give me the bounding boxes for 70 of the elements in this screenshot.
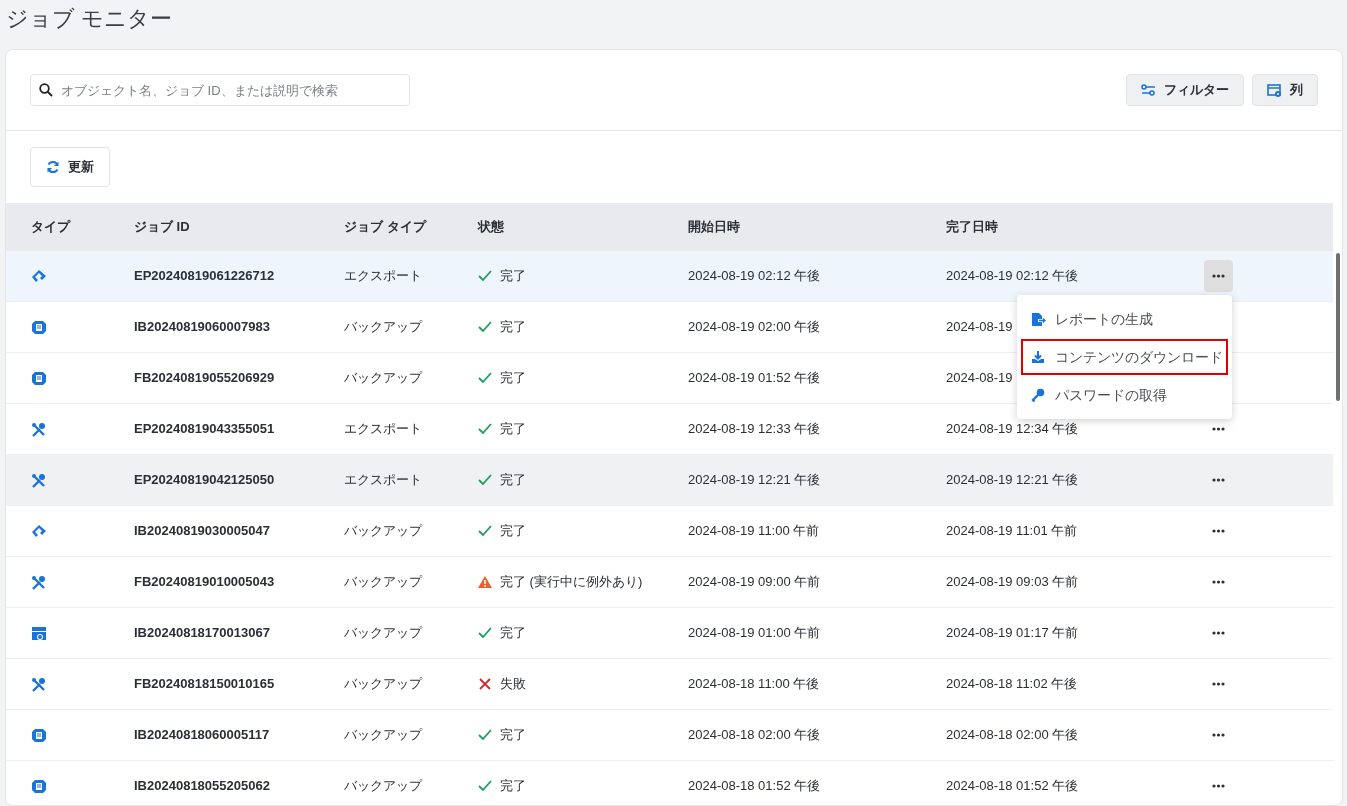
refresh-button[interactable]: 更新 xyxy=(30,147,110,187)
status-text: 完了 (実行中に例外あり) xyxy=(500,573,643,592)
filter-button[interactable]: フィルター xyxy=(1126,74,1244,106)
table-cell: 2024-08-19 11:01 午前 xyxy=(946,523,1078,539)
table-cell: 2024-08-18 11:02 午後 xyxy=(946,676,1078,692)
table-cell: 2024-08-19 11:00 午前 xyxy=(688,523,820,539)
columns-button[interactable]: 列 xyxy=(1252,74,1318,106)
table-cell: バックアップ xyxy=(344,727,422,743)
table-cell: バックアップ xyxy=(344,778,422,794)
table-cell: バックアップ xyxy=(344,370,422,386)
menu-item[interactable]: コンテンツのダウンロード xyxy=(1021,339,1228,375)
table-cell: EP20240819061226712 xyxy=(134,268,275,284)
table-cell: 2024-08-19 09:03 午前 xyxy=(946,574,1079,590)
table-cell: 2024-08-19 01:00 午前 xyxy=(688,625,821,641)
status-text: 完了 xyxy=(500,318,526,337)
table-cell: 2024-08-19 12:21 午後 xyxy=(946,472,1079,488)
table-cell: 2024-08-19 12:33 午後 xyxy=(688,421,821,437)
table-cell: IB20240818055205062 xyxy=(134,778,270,794)
table-cell: 2024-08-19 02:12 午後 xyxy=(946,268,1079,284)
table-cell: 2024-08-18 01:52 午後 xyxy=(688,778,821,794)
table-cell: バックアップ xyxy=(344,574,422,590)
column-header[interactable]: 状態 xyxy=(478,219,504,235)
status-text: 完了 xyxy=(500,522,526,541)
table-cell: 2024-08-18 11:00 午後 xyxy=(688,676,820,692)
status-text: 完了 xyxy=(500,369,526,388)
page-title: ジョブ モニター xyxy=(6,5,173,33)
menu-item[interactable]: レポートの生成 xyxy=(1021,301,1228,337)
table-row[interactable]: EP20240819061226712 エクスポート 完了 2024-08-19 02:12 午後 2024-08-19 02:12 午後 xyxy=(6,251,1333,302)
status-text: 完了 xyxy=(500,267,526,286)
column-header[interactable]: タイプ xyxy=(31,219,70,235)
table-cell: 2024-08-19 12:21 午後 xyxy=(688,472,821,488)
table-cell: 2024-08-19 xyxy=(946,319,1013,335)
table-row[interactable]: EP20240819042125050 エクスポート 完了 2024-08-19 12:21 午後 2024-08-19 12:21 午後 xyxy=(6,455,1333,506)
table-cell: バックアップ xyxy=(344,523,422,539)
table-cell: 2024-08-19 02:12 午後 xyxy=(688,268,821,284)
table-cell: IB20240819060007983 xyxy=(134,319,270,335)
table-cell: バックアップ xyxy=(344,319,422,335)
table-cell: バックアップ xyxy=(344,676,422,692)
table-cell: 2024-08-18 01:52 午後 xyxy=(946,778,1079,794)
table-cell: 2024-08-18 02:00 午後 xyxy=(688,727,821,743)
column-header[interactable]: ジョブ ID xyxy=(134,219,190,235)
table-cell: エクスポート xyxy=(344,268,422,284)
table-cell: IB20240818060005117 xyxy=(134,727,270,743)
table-cell: EP20240819042125050 xyxy=(134,472,275,488)
status-text: 完了 xyxy=(500,624,526,643)
table-cell: EP20240819043355051 xyxy=(134,421,275,437)
table-cell: 2024-08-19 xyxy=(946,370,1013,386)
table-cell: IB20240818170013067 xyxy=(134,625,270,641)
table-cell: 2024-08-19 01:52 午後 xyxy=(688,370,821,386)
table-cell: 2024-08-19 12:34 午後 xyxy=(946,421,1079,437)
column-header[interactable]: ジョブ タイプ xyxy=(344,219,426,235)
table-cell: FB20240819055206929 xyxy=(134,370,275,386)
table-cell: FB20240818150010165 xyxy=(134,676,275,692)
search-field[interactable]: オブジェクト名、ジョブ ID、または説明で検索 xyxy=(30,74,410,106)
status-text: 失敗 xyxy=(500,675,526,694)
table-cell: 2024-08-19 01:17 午前 xyxy=(946,625,1079,641)
table-cell: 2024-08-19 02:00 午後 xyxy=(688,319,821,335)
status-text: 完了 xyxy=(500,471,526,490)
status-text: 完了 xyxy=(500,777,526,796)
status-text: 完了 xyxy=(500,420,526,439)
table-cell: エクスポート xyxy=(344,472,422,488)
table-cell: IB20240819030005047 xyxy=(134,523,270,539)
table-cell: エクスポート xyxy=(344,421,422,437)
column-header[interactable]: 開始日時 xyxy=(688,219,740,235)
column-header[interactable]: 完了日時 xyxy=(946,219,998,235)
status-text: 完了 xyxy=(500,726,526,745)
table-cell: 2024-08-19 09:00 午前 xyxy=(688,574,821,590)
table-cell: 2024-08-18 02:00 午後 xyxy=(946,727,1079,743)
table-cell: バックアップ xyxy=(344,625,422,641)
table-cell: FB20240819010005043 xyxy=(134,574,275,590)
